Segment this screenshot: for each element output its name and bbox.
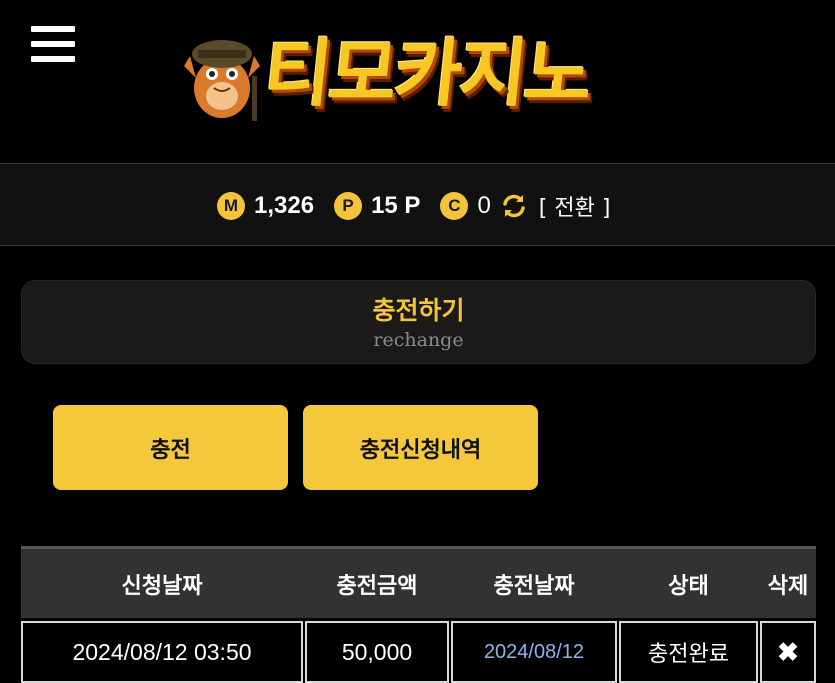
convert-button[interactable]: [ 전환 ] — [539, 190, 611, 222]
charge-history-button[interactable]: 충전신청내역 — [303, 405, 538, 490]
balance-bar: M 1,326 P 15 P C 0 [ 전환 ] — [0, 163, 835, 246]
coin-icon: C — [440, 192, 469, 220]
page-title-panel: 충전하기 rechange — [21, 280, 816, 364]
page-title: 충전하기 — [372, 296, 465, 325]
point-balance: 15 P — [371, 192, 421, 219]
cell-request-date: 2024/08/12 03:50 — [21, 621, 303, 683]
mascot-icon — [184, 40, 260, 121]
table-row: 2024/08/12 03:50 50,000 2024/08/12 충전완료 … — [21, 621, 816, 683]
menu-icon[interactable] — [31, 26, 75, 62]
site-logo[interactable]: 티모카지노 — [172, 18, 652, 130]
column-header-status: 상태 — [668, 573, 709, 599]
money-icon: M — [217, 192, 245, 220]
point-icon: P — [334, 192, 363, 220]
cell-amount: 50,000 — [305, 621, 449, 683]
column-header-request-date: 신청날짜 — [121, 573, 203, 599]
column-header-charge-date: 충전날짜 — [493, 573, 575, 599]
table-header: 신청날짜 충전금액 충전날짜 상태 삭제 — [21, 546, 816, 618]
charge-button[interactable]: 충전 — [53, 405, 288, 490]
coin-balance: 0 — [477, 192, 491, 219]
header: 티모카지노 — [0, 0, 835, 162]
page-subtitle: rechange — [373, 329, 464, 351]
delete-icon[interactable]: ✖ — [760, 621, 816, 683]
cell-status: 충전완료 — [619, 621, 758, 683]
refresh-icon[interactable] — [499, 191, 529, 221]
logo-text: 티모카지노 — [259, 31, 594, 117]
cell-charge-date: 2024/08/12 — [451, 621, 617, 683]
money-balance: 1,326 — [254, 192, 315, 219]
column-header-delete: 삭제 — [767, 573, 809, 599]
column-header-amount: 충전금액 — [336, 573, 418, 599]
